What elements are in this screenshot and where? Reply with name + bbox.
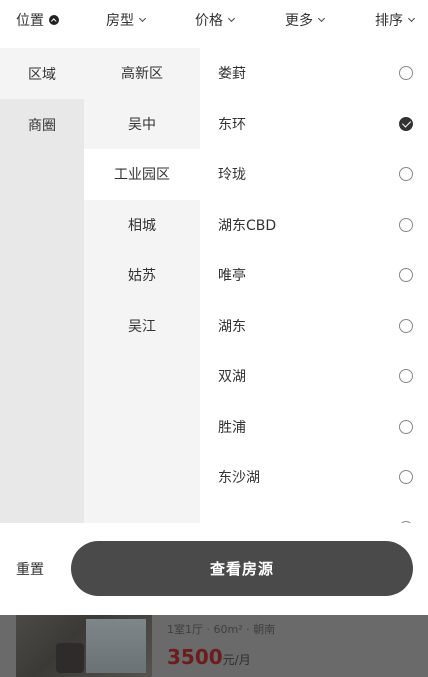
level3-item-label: 湖东 [218,318,246,335]
level2-item-selected[interactable]: 工业园区 [84,149,200,200]
chevron-down-icon [317,14,326,23]
level3-item-label: 湖东CBD [218,217,277,234]
tab-price-label: 价格 [195,13,223,29]
radio-icon[interactable] [399,470,413,485]
level2-item[interactable]: 吴江 [84,301,200,352]
level2-item[interactable]: 吴中 [84,99,200,150]
level3-item[interactable]: 湖东 [200,301,428,352]
window-image [86,619,146,673]
chevron-down-icon [138,14,147,23]
tab-more-label: 更多 [285,13,313,29]
tab-sort[interactable]: 排序 [375,0,416,40]
level3-item[interactable]: 东沙湖 [200,452,428,503]
radio-icon[interactable] [399,167,413,182]
level2-item-label: 姑苏 [128,268,156,285]
level3-item-label: 娄葑 [218,66,246,83]
level3-item-label: 东沙湖 [218,470,260,487]
level2-item[interactable]: 高新区 [84,48,200,99]
level3-item-label: 唯亭 [218,268,246,285]
level3-item[interactable]: 双湖 [200,351,428,402]
price-unit: 元/月 [222,653,251,667]
location-dropdown-panel: 区域 商圈 高新区 吴中 工业园区 相城 姑苏 吴江 娄葑 东环 玲珑 湖东CB… [0,48,428,523]
filter-bar: 位置 房型 价格 更多 排序 [0,0,428,40]
level1-item-label: 商圈 [28,117,56,134]
level3-item[interactable]: 玲珑 [200,149,428,200]
tab-location-label: 位置 [16,13,44,29]
radio-icon[interactable] [399,66,413,81]
level3-list: 娄葑 东环 玲珑 湖东CBD 唯亭 湖东 双湖 胜浦 东沙湖 [200,48,428,523]
level3-item[interactable] [200,503,428,523]
level3-item[interactable]: 湖东CBD [200,200,428,251]
level3-item-label: 东环 [218,116,246,133]
tab-price[interactable]: 价格 [195,0,236,40]
tab-room-type[interactable]: 房型 [106,0,147,40]
radio-icon[interactable] [399,268,413,283]
level1-item-business-area[interactable]: 商圈 [0,99,84,150]
tab-sort-label: 排序 [375,13,403,29]
radio-icon[interactable] [399,318,413,333]
level3-item-label: 胜浦 [218,419,246,436]
level2-list: 高新区 吴中 工业园区 相城 姑苏 吴江 [84,48,200,523]
level2-item-label: 相城 [128,217,156,234]
level3-item-selected[interactable]: 东环 [200,99,428,150]
level3-item[interactable]: 娄葑 [200,48,428,99]
level1-item-district[interactable]: 区域 [0,48,84,99]
action-bar: 重置 查看房源 [0,523,428,615]
tab-room-type-label: 房型 [106,13,134,29]
listing-card[interactable]: 1室1厅 · 60m² · 朝南 3500元/月 [0,615,428,677]
level1-item-label: 区域 [28,66,56,83]
level2-item-label: 吴中 [128,116,156,133]
chair-image [56,643,84,673]
level2-item-label: 高新区 [121,66,163,83]
level1-list: 区域 商圈 [0,48,84,523]
chevron-down-icon [227,14,236,23]
level3-item-label: 玲珑 [218,167,246,184]
level3-item-label: 双湖 [218,369,246,386]
view-listings-label: 查看房源 [209,560,274,578]
level2-item-label: 工业园区 [114,167,170,184]
price-value: 3500 [167,645,223,669]
radio-icon[interactable] [399,419,413,434]
check-circle-icon[interactable] [399,116,413,131]
chevron-up-icon [49,15,59,25]
chevron-down-icon [407,14,416,23]
level3-item[interactable]: 胜浦 [200,402,428,453]
level2-item[interactable]: 相城 [84,200,200,251]
tab-more[interactable]: 更多 [285,0,326,40]
view-listings-button[interactable]: 查看房源 [71,541,413,596]
listing-thumbnail [16,615,152,677]
reset-button[interactable]: 重置 [16,559,44,579]
listing-meta: 1室1厅 · 60m² · 朝南 [167,623,276,636]
level2-item[interactable]: 姑苏 [84,250,200,301]
listing-price: 3500元/月 [167,645,251,669]
radio-icon[interactable] [399,369,413,384]
tab-location[interactable]: 位置 [16,0,59,40]
level2-item-label: 吴江 [128,318,156,335]
level3-item[interactable]: 唯亭 [200,250,428,301]
radio-icon[interactable] [399,217,413,232]
